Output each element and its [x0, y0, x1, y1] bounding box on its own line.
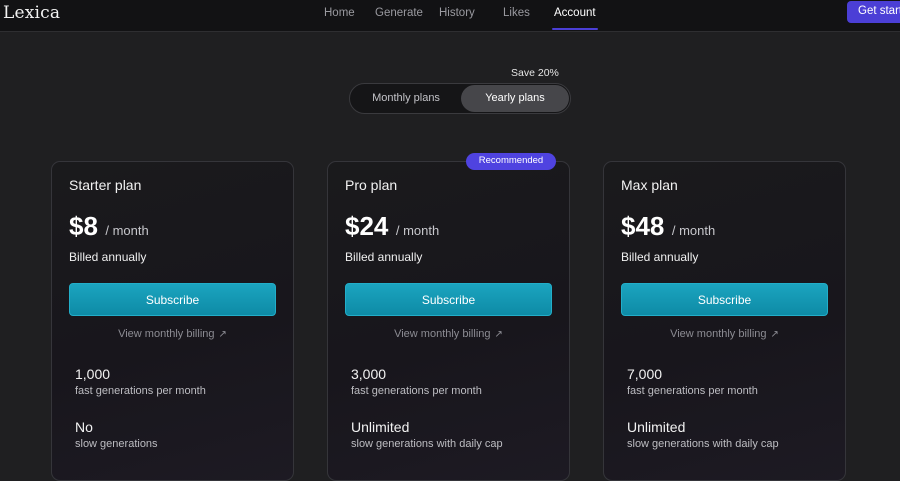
nav-likes[interactable]: Likes	[503, 7, 530, 19]
feature-description: fast generations per month	[627, 385, 758, 397]
feature-value: Unlimited	[627, 419, 686, 435]
price-period: / month	[671, 223, 716, 238]
external-arrow-icon: ↗	[494, 329, 503, 340]
underline-accent	[552, 28, 598, 30]
feature-value: No	[75, 419, 93, 435]
external-arrow-icon: ↗	[770, 329, 779, 340]
price-period: / month	[395, 223, 440, 238]
external-arrow-icon: ↗	[218, 329, 227, 340]
nav-history[interactable]: History	[439, 7, 475, 19]
plan-name: Max plan	[621, 177, 678, 193]
feature-description: slow generations with daily cap	[627, 438, 779, 450]
feature-value: 1,000	[75, 366, 111, 382]
feature-description: slow generations with daily cap	[351, 438, 503, 450]
price-amount: $48	[621, 211, 665, 241]
feature-value: Unlimited	[351, 419, 410, 435]
get-started-button[interactable]: Get started	[847, 1, 900, 23]
nav-generate[interactable]: Generate	[375, 7, 423, 19]
plan-price: $48 / month	[621, 211, 715, 242]
view-monthly-billing-link[interactable]: View monthly billing ↗	[345, 328, 552, 340]
link-label: View monthly billing	[670, 328, 767, 340]
feature-description: fast generations per month	[351, 385, 482, 397]
plan-price: $8 / month	[69, 211, 149, 242]
feature-description: fast generations per month	[75, 385, 206, 397]
subscribe-button[interactable]: Subscribe	[69, 283, 276, 316]
plan-card-pro: Pro plan $24 / month Billed annually Sub…	[327, 161, 570, 481]
price-amount: $8	[69, 211, 98, 241]
monthly-plans-option[interactable]: Monthly plans	[351, 85, 461, 112]
link-label: View monthly billing	[118, 328, 215, 340]
feature-value: 3,000	[351, 366, 387, 382]
link-label: View monthly billing	[394, 328, 491, 340]
recommended-badge: Recommended	[466, 153, 556, 170]
plan-card-starter: Starter plan $8 / month Billed annually …	[51, 161, 294, 481]
view-monthly-billing-link[interactable]: View monthly billing ↗	[621, 328, 828, 340]
view-monthly-billing-link[interactable]: View monthly billing ↗	[69, 328, 276, 340]
plan-card-max: Max plan $48 / month Billed annually Sub…	[603, 161, 846, 481]
feature-value: 7,000	[627, 366, 663, 382]
nav-account[interactable]: Account	[554, 7, 596, 19]
subscribe-button[interactable]: Subscribe	[621, 283, 828, 316]
price-amount: $24	[345, 211, 389, 241]
billing-note: Billed annually	[345, 250, 423, 264]
plan-price: $24 / month	[345, 211, 439, 242]
plan-name: Starter plan	[69, 177, 142, 193]
price-period: / month	[105, 223, 149, 238]
billing-note: Billed annually	[621, 250, 699, 264]
save-label: Save 20%	[511, 67, 559, 79]
billing-note: Billed annually	[69, 250, 147, 264]
plan-name: Pro plan	[345, 177, 398, 193]
nav-home[interactable]: Home	[324, 7, 355, 19]
feature-description: slow generations	[75, 438, 158, 450]
subscribe-button[interactable]: Subscribe	[345, 283, 552, 316]
billing-toggle: Monthly plans Yearly plans	[349, 83, 571, 114]
scrolled-content-edge	[340, 28, 600, 32]
yearly-plans-option[interactable]: Yearly plans	[461, 85, 569, 112]
